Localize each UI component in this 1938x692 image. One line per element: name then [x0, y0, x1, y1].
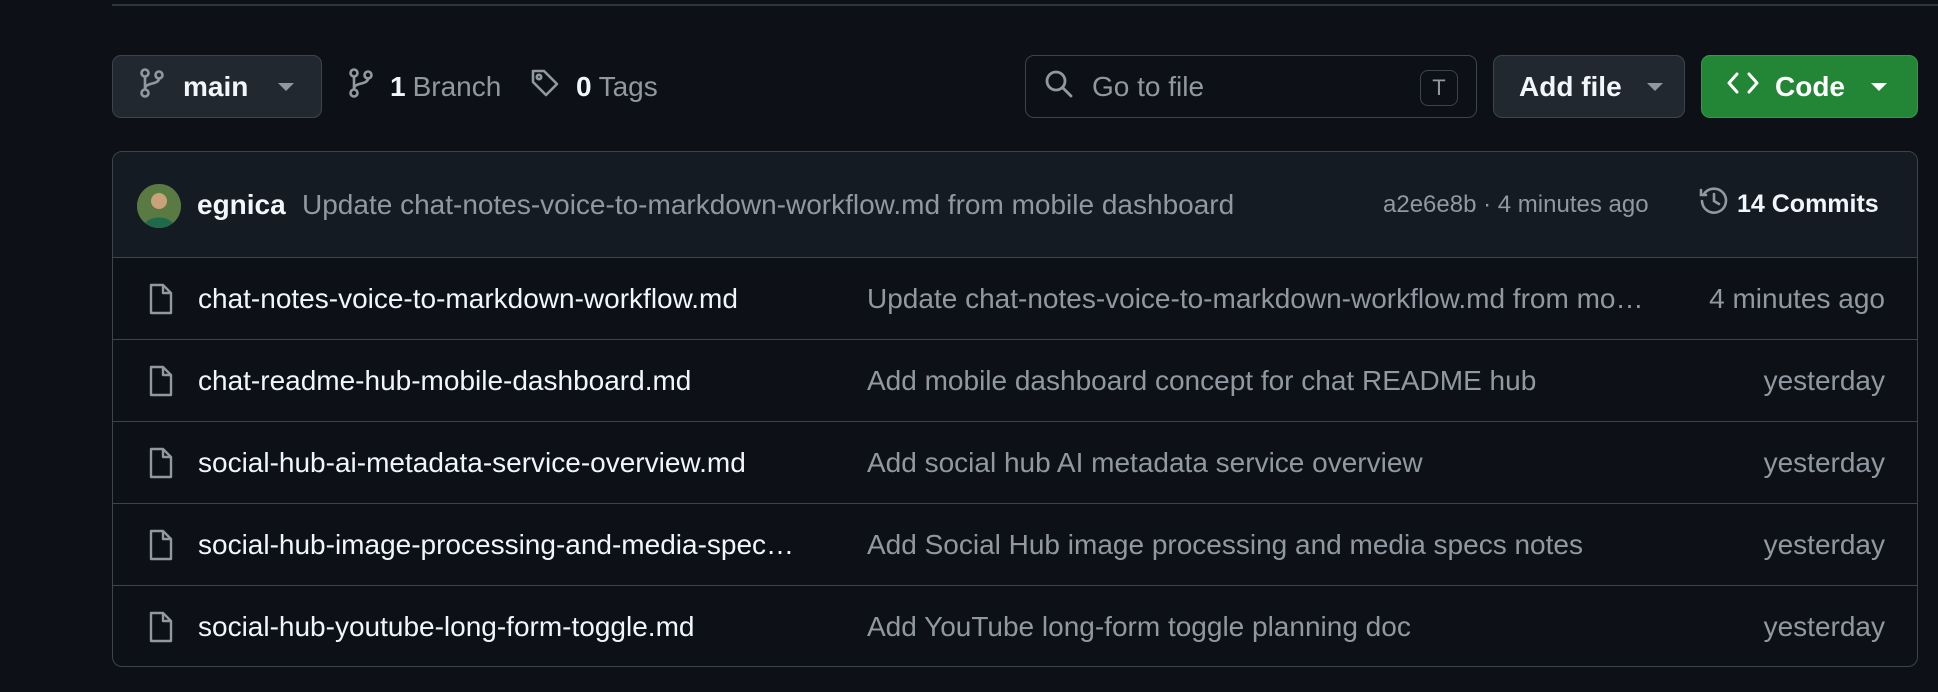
top-divider	[112, 4, 1938, 6]
file-commit-message[interactable]: Add Social Hub image processing and medi…	[867, 529, 1657, 561]
commit-time: 4 minutes ago	[1497, 190, 1649, 218]
file-icon	[148, 529, 174, 566]
file-table: egnica Update chat-notes-voice-to-markdo…	[112, 151, 1918, 667]
code-button[interactable]: Code	[1701, 55, 1918, 118]
file-commit-time: yesterday	[1763, 528, 1885, 560]
tags-link[interactable]: 0 Tags	[530, 55, 658, 118]
commits-count-label: 14 Commits	[1737, 190, 1879, 218]
file-icon	[148, 447, 174, 484]
file-commit-message[interactable]: Add mobile dashboard concept for chat RE…	[867, 365, 1657, 397]
file-commit-message[interactable]: Update chat-notes-voice-to-markdown-work…	[867, 283, 1657, 315]
add-file-button[interactable]: Add file	[1493, 55, 1685, 118]
file-commit-time: 4 minutes ago	[1709, 282, 1885, 314]
code-icon	[1727, 70, 1759, 103]
chevron-down-icon	[278, 82, 295, 91]
latest-commit-bar: egnica Update chat-notes-voice-to-markdo…	[113, 152, 1917, 258]
go-to-file-input[interactable]: Go to file T	[1025, 55, 1477, 118]
branch-selector-label: main	[183, 70, 249, 102]
meta-separator: ·	[1483, 190, 1492, 218]
table-row[interactable]: chat-notes-voice-to-markdown-workflow.md…	[113, 258, 1917, 340]
commit-message[interactable]: Update chat-notes-voice-to-markdown-work…	[302, 189, 1234, 221]
git-branch-icon	[139, 68, 165, 105]
file-name[interactable]: social-hub-youtube-long-form-toggle.md	[198, 611, 798, 643]
keyboard-shortcut-hint: T	[1420, 70, 1458, 106]
branch-label: Branch	[412, 70, 502, 102]
repo-toolbar: main 1 Branch 0 Tags Go to file T Add fi…	[112, 55, 1918, 118]
tag-count: 0	[576, 70, 592, 102]
file-name[interactable]: chat-readme-hub-mobile-dashboard.md	[198, 365, 798, 397]
file-icon	[148, 365, 174, 402]
file-name[interactable]: chat-notes-voice-to-markdown-workflow.md	[198, 283, 798, 315]
file-name[interactable]: social-hub-image-processing-and-media-sp…	[198, 529, 798, 561]
file-commit-time: yesterday	[1763, 611, 1885, 642]
chevron-down-icon	[1646, 82, 1663, 91]
branch-count: 1	[390, 70, 406, 102]
chevron-down-icon	[1871, 82, 1887, 91]
file-icon	[148, 611, 174, 648]
avatar[interactable]	[137, 184, 181, 228]
file-commit-time: yesterday	[1763, 446, 1885, 478]
tag-label: Tags	[598, 70, 658, 102]
commit-author[interactable]: egnica	[197, 189, 286, 221]
table-row[interactable]: social-hub-youtube-long-form-toggle.md A…	[113, 586, 1917, 666]
branch-selector-button[interactable]: main	[112, 55, 322, 118]
commits-history-link[interactable]: 14 Commits	[1699, 186, 1879, 223]
file-commit-message[interactable]: Add YouTube long-form toggle planning do…	[867, 611, 1657, 643]
git-branch-icon	[348, 68, 374, 105]
history-icon	[1699, 186, 1729, 223]
commit-meta: a2e6e8b · 4 minutes ago	[1383, 191, 1649, 219]
file-icon	[148, 283, 174, 320]
search-icon	[1044, 69, 1074, 104]
commit-hash[interactable]: a2e6e8b	[1383, 191, 1476, 218]
file-commit-message[interactable]: Add social hub AI metadata service overv…	[867, 447, 1657, 479]
add-file-label: Add file	[1519, 70, 1622, 102]
tag-icon	[530, 68, 560, 105]
table-row[interactable]: social-hub-image-processing-and-media-sp…	[113, 504, 1917, 586]
search-placeholder: Go to file	[1092, 70, 1205, 102]
file-commit-time: yesterday	[1763, 364, 1885, 396]
branches-link[interactable]: 1 Branch	[348, 55, 501, 118]
file-name[interactable]: social-hub-ai-metadata-service-overview.…	[198, 447, 798, 479]
table-row[interactable]: social-hub-ai-metadata-service-overview.…	[113, 422, 1917, 504]
table-row[interactable]: chat-readme-hub-mobile-dashboard.md Add …	[113, 340, 1917, 422]
code-label: Code	[1775, 70, 1845, 102]
